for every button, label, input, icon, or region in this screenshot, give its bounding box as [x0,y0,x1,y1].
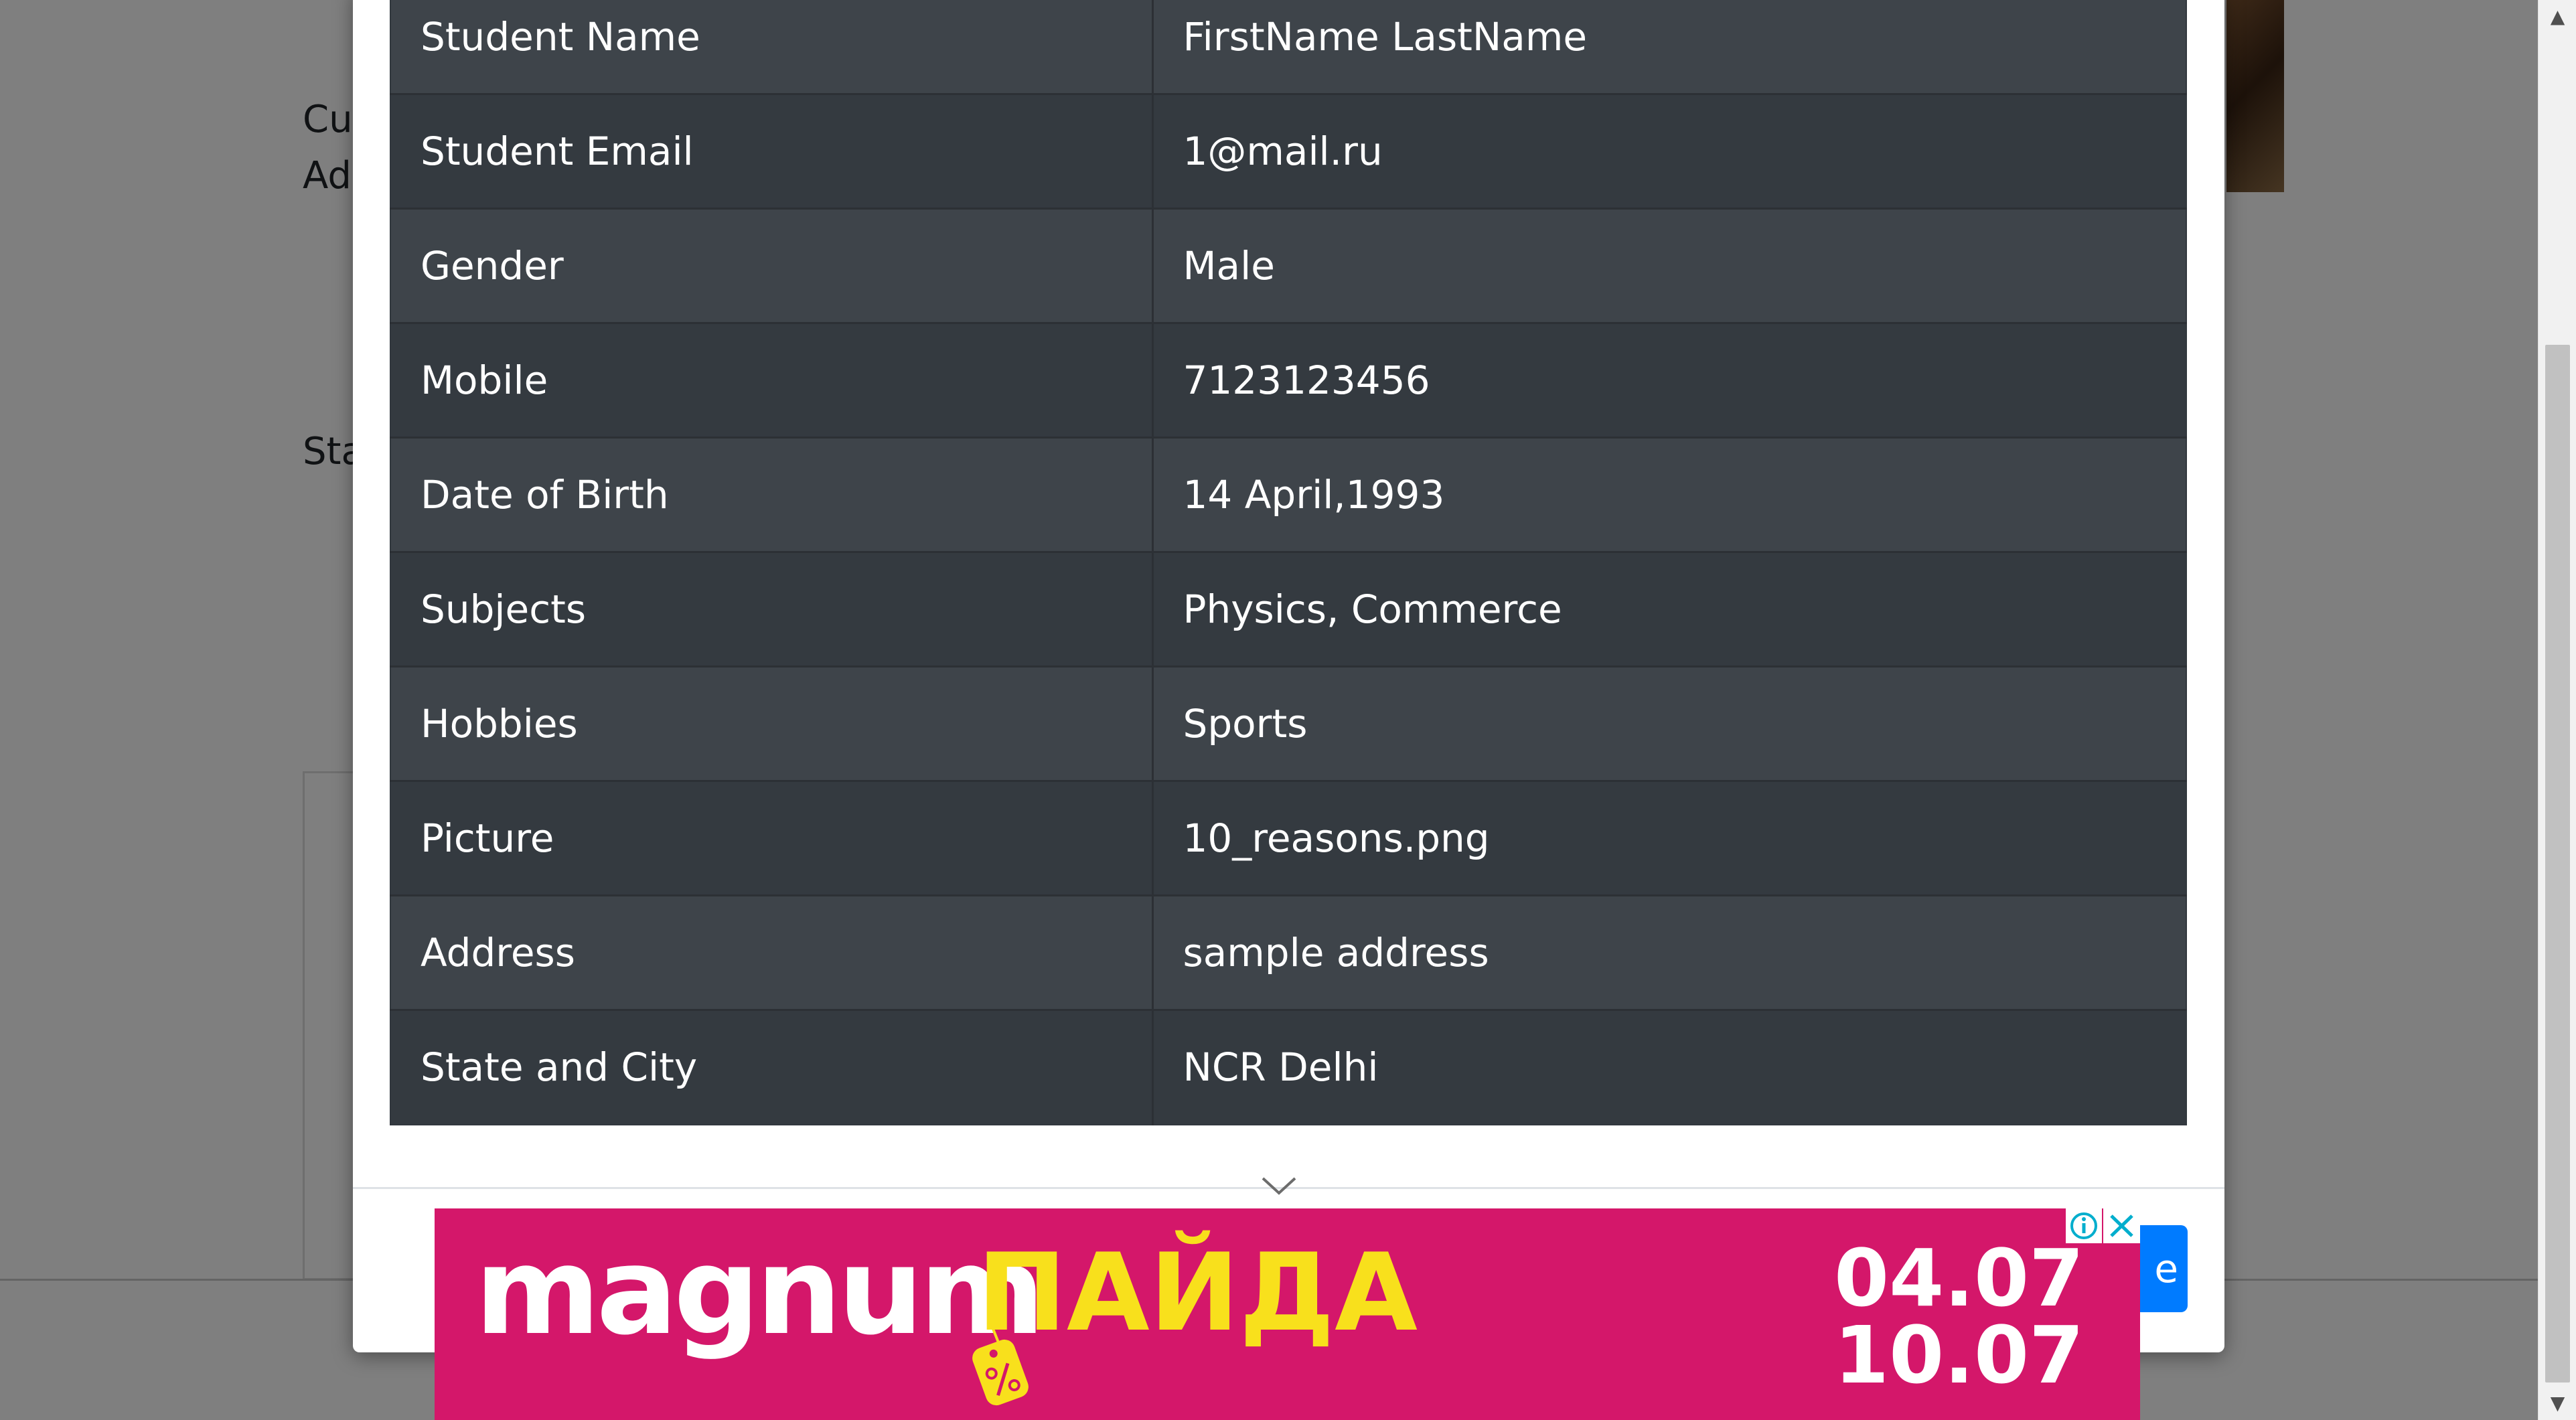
table-row: Date of Birth 14 April,1993 [390,437,2186,552]
table-row: Picture 10_reasons.png [390,780,2186,896]
row-value: 14 April,1993 [1152,437,2186,552]
browser-viewport: Cur Add Sta Student Name FirstName LastN… [0,0,2576,1420]
table-row: Hobbies Sports [390,665,2186,781]
table-row: Subjects Physics, Commerce [390,551,2186,667]
table-row: Mobile 7123123456 [390,322,2186,438]
row-value: 10_reasons.png [1152,780,2186,896]
row-label: Subjects [390,551,1154,667]
ad-slogan: ПАЙДА [977,1230,1418,1355]
info-icon[interactable] [2066,1208,2102,1243]
row-value: Physics, Commerce [1152,551,2186,667]
chevron-down-icon[interactable] [1259,1173,1299,1200]
row-label: Picture [390,780,1154,896]
row-label: State and City [390,1009,1154,1125]
row-value: NCR Delhi [1152,1009,2186,1125]
row-label: Hobbies [390,665,1154,781]
table-row: Student Email 1@mail.ru [390,93,2186,209]
row-value: Male [1152,208,2186,323]
scroll-thumb[interactable] [2545,345,2570,1383]
vertical-scrollbar[interactable]: ▲ ▼ [2538,0,2576,1420]
row-value: sample address [1152,894,2186,1010]
price-tag-icon [972,1322,1029,1406]
row-label: Date of Birth [390,437,1154,552]
close-icon[interactable] [2103,1208,2140,1243]
row-label: Mobile [390,322,1154,438]
row-value: FirstName LastName [1152,0,2186,94]
row-value: 1@mail.ru [1152,93,2186,209]
table-row: Student Name FirstName LastName [390,0,2186,94]
row-value: Sports [1152,665,2186,781]
row-label: Gender [390,208,1154,323]
table-row: Address sample address [390,894,2186,1010]
scroll-down-icon[interactable]: ▼ [2539,1387,2576,1420]
row-value: 7123123456 [1152,322,2186,438]
table-row: Gender Male [390,208,2186,323]
row-label: Address [390,894,1154,1010]
row-label: Student Name [390,0,1154,94]
ad-date-end: 10.07 [1834,1309,2085,1401]
submission-modal: Student Name FirstName LastName Student … [353,0,2224,1352]
row-label: Student Email [390,93,1154,209]
ad-banner[interactable]: magnum ПАЙДА 04.07 10.07 [435,1208,2140,1420]
table-row: State and City NCR Delhi [390,1009,2186,1125]
scroll-up-icon[interactable]: ▲ [2539,0,2576,33]
ad-brand-logo: magnum [475,1222,1045,1362]
results-table: Student Name FirstName LastName Student … [390,0,2187,1125]
